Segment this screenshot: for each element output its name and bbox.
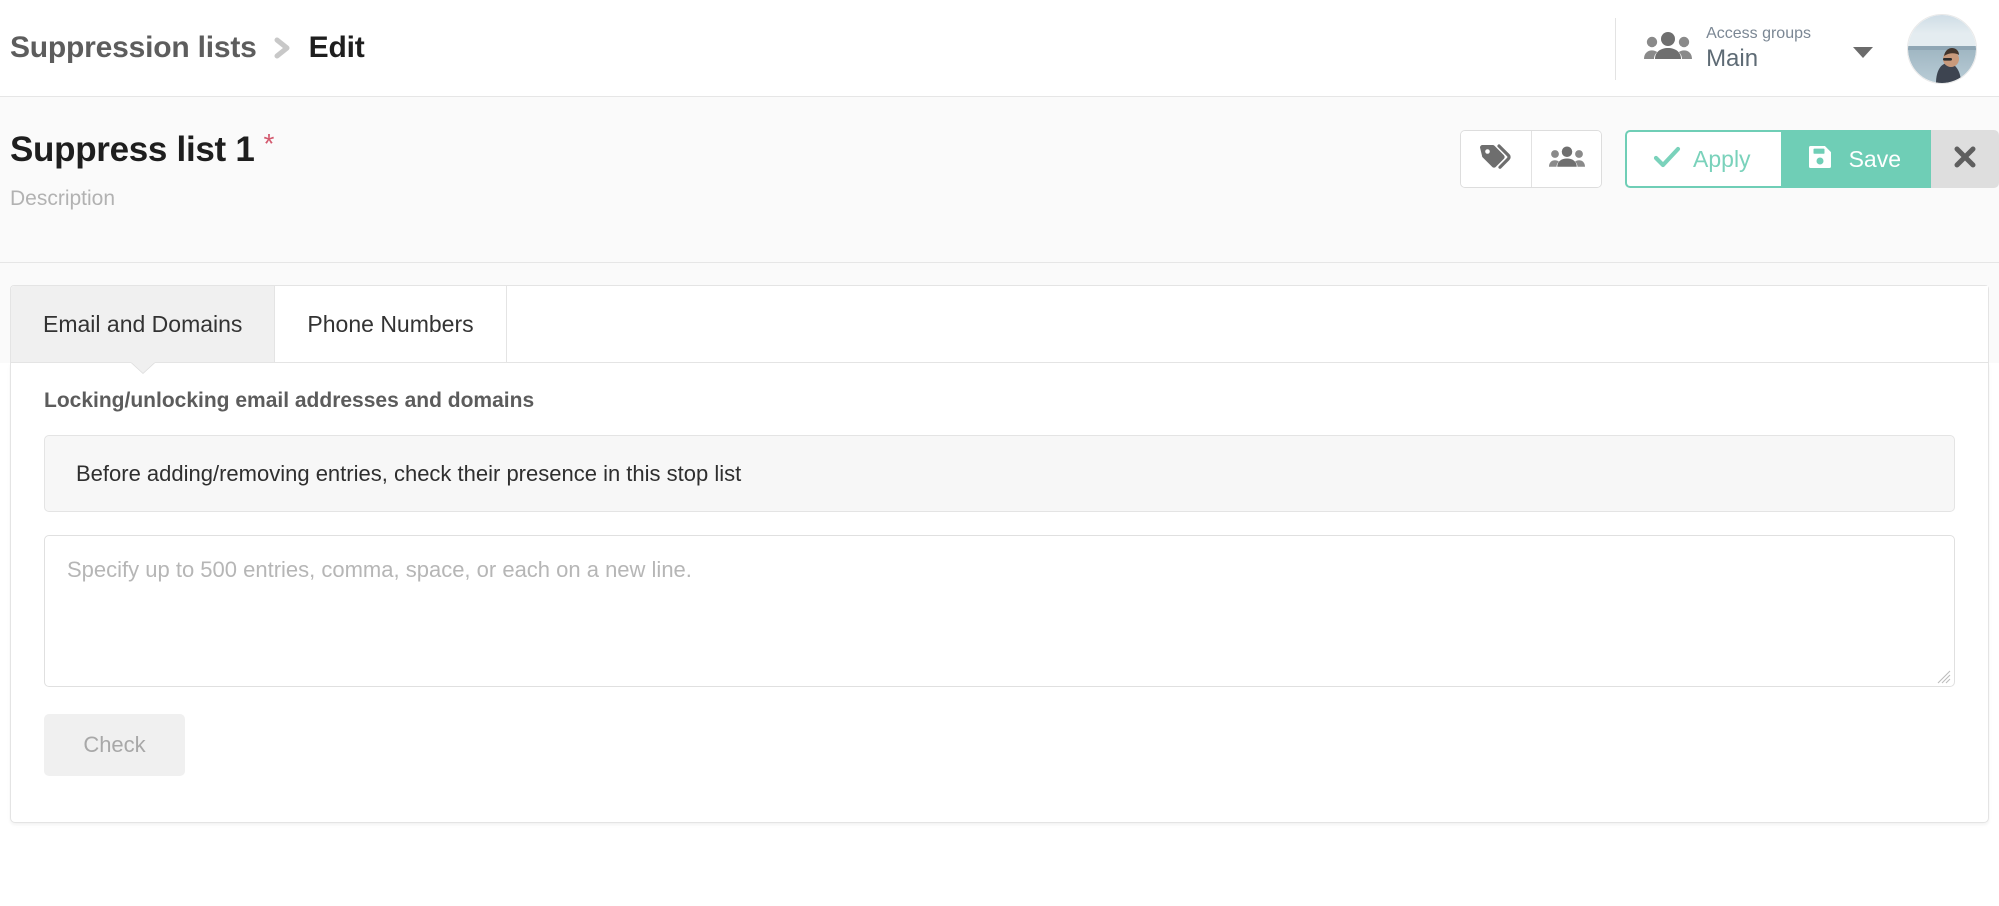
check-icon — [1653, 145, 1681, 174]
chevron-right-icon — [271, 33, 295, 63]
tab-label: Email and Domains — [43, 310, 243, 337]
info-banner: Before adding/removing entries, check th… — [44, 435, 1955, 512]
access-groups-selector[interactable]: Access groups Main — [1644, 26, 1873, 71]
access-groups-label: Access groups — [1706, 25, 1811, 42]
close-icon — [1952, 144, 1978, 175]
top-bar: Suppression lists Edit Access groups Mai… — [0, 0, 1999, 97]
tags-button[interactable] — [1461, 131, 1532, 187]
chevron-down-icon[interactable] — [1853, 47, 1873, 58]
save-button-cluster: Apply Save — [1625, 130, 1999, 188]
tab-phone-numbers[interactable]: Phone Numbers — [275, 286, 507, 362]
save-button[interactable]: Save — [1780, 130, 1931, 188]
section-title: Locking/unlocking email addresses and do… — [44, 389, 535, 412]
access-groups-text: Access groups Main — [1706, 26, 1811, 71]
icon-button-group — [1460, 130, 1603, 188]
save-button-label: Save — [1848, 145, 1901, 172]
access-groups-value: Main — [1706, 45, 1759, 72]
apply-button-label: Apply — [1693, 145, 1751, 172]
page-title: Suppress list 1 — [10, 130, 255, 169]
tabs: Email and Domains Phone Numbers — [10, 285, 1989, 363]
tab-strip: Email and Domains Phone Numbers — [0, 263, 1999, 363]
users-group-icon — [1644, 29, 1693, 68]
entries-wrapper — [44, 535, 1955, 687]
entries-textarea[interactable] — [44, 535, 1955, 687]
access-groups-button[interactable] — [1531, 131, 1602, 187]
tab-label: Phone Numbers — [307, 310, 474, 337]
close-button[interactable] — [1931, 130, 1999, 188]
breadcrumb-root-link[interactable]: Suppression lists — [10, 31, 257, 65]
tab-filler — [506, 286, 1988, 362]
content-card: Locking/unlocking email addresses and do… — [10, 363, 1989, 823]
apply-button[interactable]: Apply — [1625, 130, 1781, 188]
avatar[interactable] — [1907, 13, 1977, 84]
description-input[interactable] — [10, 187, 610, 211]
page-header: Suppress list 1 * Description Apply Save — [0, 97, 1999, 263]
check-button[interactable]: Check — [44, 714, 185, 776]
tab-email-and-domains[interactable]: Email and Domains — [11, 286, 276, 362]
required-marker: * — [263, 128, 275, 159]
header-actions: Apply Save — [1460, 130, 1999, 188]
users-group-icon — [1548, 144, 1585, 175]
tags-icon — [1479, 142, 1513, 177]
breadcrumb-current: Edit — [308, 31, 365, 64]
floppy-disk-icon — [1807, 144, 1833, 175]
divider — [1615, 17, 1617, 80]
breadcrumb: Suppression lists Edit — [0, 31, 365, 65]
top-bar-right: Access groups Main — [1615, 0, 1999, 97]
